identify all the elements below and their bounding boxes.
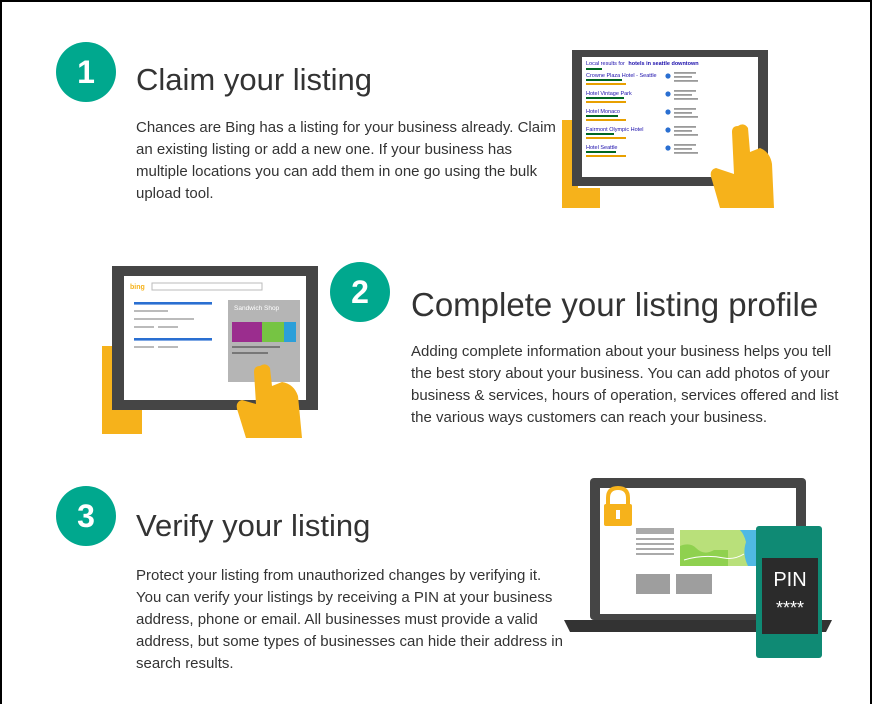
pin-mask: **** bbox=[776, 598, 804, 618]
bing-logo: bing bbox=[130, 284, 145, 291]
tablet-profile-illustration: bing Sandwich Shop bbox=[102, 266, 318, 438]
step-1-number: 1 bbox=[77, 53, 95, 90]
step-2-description: Adding complete information about your b… bbox=[411, 343, 839, 426]
svg-text:Crowne Plaza Hotel - Seattle: Crowne Plaza Hotel - Seattle bbox=[586, 73, 657, 79]
step-1-description: Chances are Bing has a listing for your … bbox=[136, 119, 556, 202]
svg-text:Hotel Monaco: Hotel Monaco bbox=[586, 109, 620, 115]
svg-text:Hotel Vintage Park: Hotel Vintage Park bbox=[586, 91, 632, 97]
step-2-number: 2 bbox=[351, 273, 369, 310]
step-1-badge: 1 bbox=[56, 42, 116, 102]
step-1-title: Claim your listing bbox=[136, 62, 373, 97]
pin-label: PIN bbox=[773, 569, 806, 591]
business-card-title: Sandwich Shop bbox=[234, 305, 280, 312]
step-3-number: 3 bbox=[77, 497, 95, 534]
step-2-title: Complete your listing profile bbox=[411, 286, 819, 323]
verify-pin-illustration: PIN **** bbox=[564, 478, 832, 658]
step-3-badge: 3 bbox=[56, 486, 116, 546]
tablet-search-illustration: Local results for hotels in seattle down… bbox=[562, 50, 774, 208]
step-2-badge: 2 bbox=[330, 262, 390, 322]
step-3-title: Verify your listing bbox=[136, 508, 371, 543]
step-3-description: Protect your listing from unauthorized c… bbox=[136, 567, 563, 672]
svg-text:Hotel Seattle: Hotel Seattle bbox=[586, 145, 618, 151]
svg-text:Fairmont Olympic Hotel: Fairmont Olympic Hotel bbox=[586, 127, 643, 133]
results-header: Local results for hotels in seattle down… bbox=[586, 61, 699, 67]
